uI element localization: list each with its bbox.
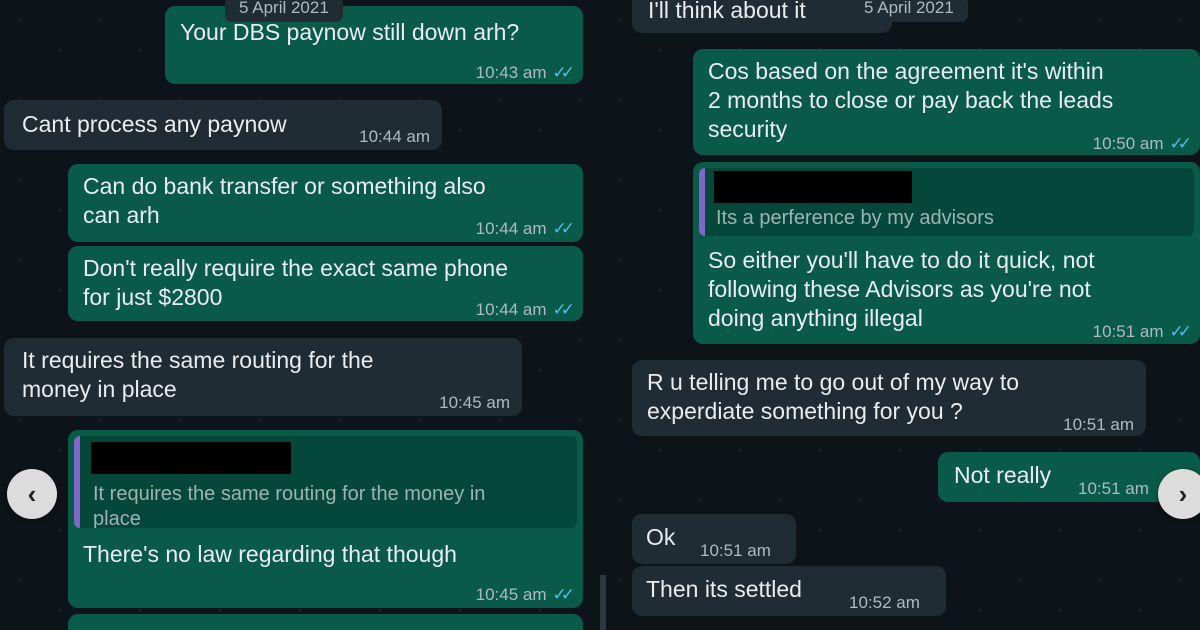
message-time: 10:51 am xyxy=(700,541,771,560)
message-time: 10:44 am xyxy=(359,127,430,146)
redacted-name xyxy=(714,171,912,203)
message-text: Cant process any paynow xyxy=(22,111,287,137)
chat-panel-left: Your DBS paynow still down arh? 10:43 am… xyxy=(0,0,600,630)
chat-panel-right: I'll think about it 5 April 2021 Cos bas… xyxy=(600,0,1200,630)
next-arrow-icon[interactable]: › xyxy=(1158,469,1200,519)
message-text: Then its settled xyxy=(646,576,802,602)
redacted-name xyxy=(91,442,291,474)
date-chip: 5 April 2021 xyxy=(850,0,968,22)
message-meta: 10:44 am ✓✓ xyxy=(475,295,575,324)
date-chip: 5 April 2021 xyxy=(225,0,343,22)
quote-accent-bar xyxy=(74,436,80,528)
message-meta: 10:43 am ✓✓ xyxy=(475,58,575,87)
message-text: Can do bank transfer or something also c… xyxy=(83,173,486,228)
read-ticks-icon: ✓✓ xyxy=(1169,322,1192,341)
message-text: There's no law regarding that though xyxy=(83,541,457,567)
message-meta: 10:45 am ✓✓ xyxy=(475,580,575,609)
quote-accent-bar xyxy=(699,168,705,236)
message-time: 10:45 am xyxy=(475,585,547,604)
panel-divider xyxy=(600,575,606,630)
read-ticks-icon: ✓✓ xyxy=(552,300,575,319)
message-meta: 10:50 am ✓✓ xyxy=(1092,129,1192,158)
message-time: 10:51 am xyxy=(1092,322,1164,341)
message-text: Your DBS paynow still down arh? xyxy=(180,19,520,45)
message-text: Cos based on the agreement it's within 2… xyxy=(708,58,1114,142)
quote-text: It requires the same routing for the mon… xyxy=(93,483,486,528)
message-text: It requires the same routing for the mon… xyxy=(22,347,374,402)
message-bubble[interactable]: Don't really require the exact same phon… xyxy=(68,246,583,321)
previous-arrow-icon[interactable]: ‹ xyxy=(7,469,57,519)
message-bubble[interactable]: Cant process any paynow 10:44 am xyxy=(4,100,442,150)
message-bubble[interactable]: Ok 10:51 am xyxy=(632,514,796,564)
message-bubble[interactable]: Its a perference by my advisors So eithe… xyxy=(693,162,1200,344)
read-ticks-icon: ✓✓ xyxy=(1169,134,1192,153)
reply-quote[interactable]: Its a perference by my advisors xyxy=(699,168,1194,236)
message-bubble[interactable]: Cos based on the agreement it's within 2… xyxy=(693,49,1200,155)
message-text: Ok xyxy=(646,524,676,550)
message-bubble[interactable]: It requires the same routing for the mon… xyxy=(4,338,522,416)
message-text: So either you'll have to do it quick, no… xyxy=(708,247,1095,331)
message-bubble[interactable]: Then its settled 10:52 am xyxy=(632,566,946,616)
reply-quote[interactable]: It requires the same routing for the mon… xyxy=(74,436,577,528)
message-meta: 10:44 am ✓✓ xyxy=(475,214,575,243)
message-bubble[interactable]: Can do bank transfer or something also c… xyxy=(68,164,583,242)
message-text: R u telling me to go out of my way to ex… xyxy=(647,369,1020,424)
message-time: 10:51 am xyxy=(1078,479,1149,498)
message-text: Not really xyxy=(954,462,1052,488)
message-time: 10:45 am xyxy=(439,393,510,412)
read-ticks-icon: ✓✓ xyxy=(552,63,575,82)
message-time: 10:52 am xyxy=(849,593,920,612)
read-ticks-icon: ✓✓ xyxy=(552,219,575,238)
message-time: 10:44 am xyxy=(475,300,547,319)
message-time: 10:43 am xyxy=(475,63,547,82)
message-bubble[interactable]: It requires the same routing for the mon… xyxy=(68,430,583,608)
message-meta: 10:51 am ✓✓ xyxy=(1092,317,1192,346)
message-time: 10:44 am xyxy=(475,219,547,238)
message-text: Don't really require the exact same phon… xyxy=(83,255,509,310)
message-bubble[interactable]: R u telling me to go out of my way to ex… xyxy=(632,360,1146,436)
quote-text: Its a perference by my advisors xyxy=(716,207,994,229)
message-bubble-partial[interactable] xyxy=(68,614,583,630)
message-time: 10:51 am xyxy=(1063,415,1134,434)
message-text: I'll think about it xyxy=(648,0,806,23)
message-time: 10:50 am xyxy=(1092,134,1164,153)
read-ticks-icon: ✓✓ xyxy=(552,585,575,604)
